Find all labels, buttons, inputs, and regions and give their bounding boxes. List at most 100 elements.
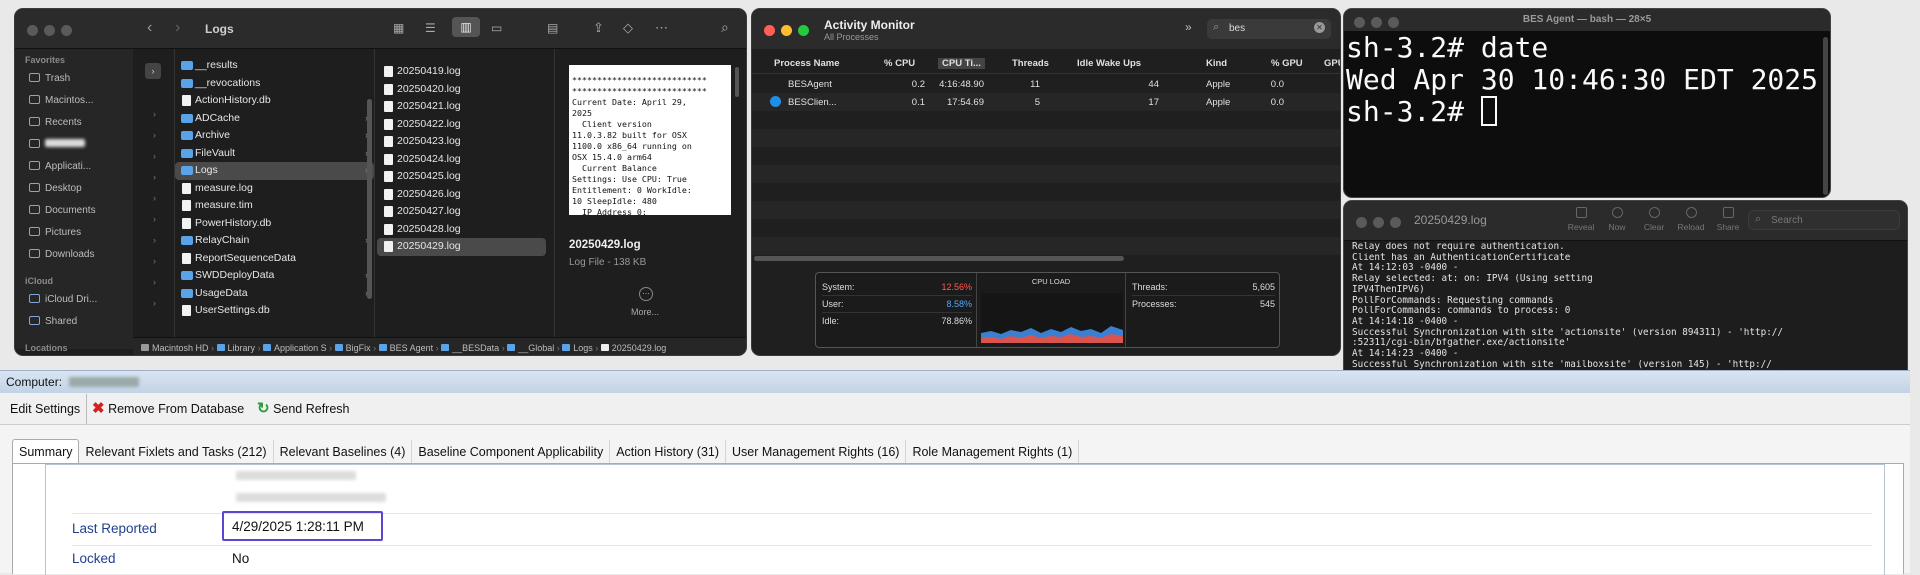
tab-relevant-baselines[interactable]: Relevant Baselines (4) — [274, 440, 413, 464]
column-threads[interactable]: Threads — [1012, 58, 1049, 69]
path-segment[interactable]: Logs — [573, 343, 593, 353]
chevron-right-icon[interactable]: › — [145, 63, 161, 79]
window-controls[interactable] — [27, 23, 78, 41]
more-button[interactable]: More... — [631, 307, 659, 317]
path-segment[interactable]: Macintosh HD — [152, 343, 209, 353]
process-row[interactable]: BESAgent 0.2 4:16:48.90 11 44 Apple 0.0 — [752, 75, 1340, 93]
search-icon[interactable]: ⌕ — [721, 19, 729, 36]
tab-summary[interactable]: Summary — [12, 439, 80, 464]
folder-item[interactable]: __results — [175, 57, 374, 75]
reload-button[interactable]: Reload — [1671, 207, 1711, 232]
path-segment[interactable]: BigFix — [346, 343, 371, 353]
edit-settings-button[interactable]: Edit Settings — [10, 393, 80, 425]
column-view-icon[interactable]: ▥ — [452, 17, 480, 37]
icon-view-icon[interactable]: ▦ — [393, 21, 404, 35]
folder-item[interactable]: Logs› — [175, 162, 374, 180]
minimize-button[interactable] — [781, 25, 792, 36]
group-icon[interactable]: ▤ — [547, 21, 558, 35]
minimize-button[interactable] — [1373, 217, 1384, 228]
list-view-icon[interactable]: ☰ — [425, 21, 436, 35]
minimize-button[interactable] — [1371, 17, 1382, 28]
sidebar-item-desktop[interactable]: Desktop — [15, 178, 133, 200]
toolbar-overflow-icon[interactable]: » — [1185, 20, 1192, 34]
terminal-prompt[interactable]: sh-3.2# — [1344, 95, 1830, 128]
folder-item[interactable]: UsageData› — [175, 285, 374, 303]
log-file-item[interactable]: 20250428.log — [377, 221, 554, 239]
path-segment[interactable]: Application S — [274, 343, 327, 353]
more-actions-icon[interactable]: ⋯ — [655, 20, 668, 36]
zoom-button[interactable] — [1390, 217, 1401, 228]
parent-column[interactable]: › › › › › › › › › › › — [133, 49, 175, 337]
log-file-item[interactable]: 20250424.log — [377, 151, 554, 169]
zoom-button[interactable] — [61, 25, 72, 36]
sidebar-item-documents[interactable]: Documents — [15, 200, 133, 222]
column-kind[interactable]: Kind — [1206, 58, 1227, 69]
close-button[interactable] — [1356, 217, 1367, 228]
window-controls[interactable] — [764, 23, 815, 41]
log-file-item[interactable]: 20250427.log — [377, 203, 554, 221]
horizontal-scrollbar[interactable] — [754, 256, 1124, 261]
folder-item[interactable]: SWDDeployData› — [175, 267, 374, 285]
share-icon[interactable]: ⇪ — [593, 20, 604, 36]
file-item[interactable]: measure.tim — [175, 197, 374, 215]
log-files-column[interactable]: 20250419.log 20250420.log 20250421.log 2025… — [377, 49, 555, 337]
zoom-button[interactable] — [1388, 17, 1399, 28]
gallery-view-icon[interactable]: ▭ — [491, 21, 502, 35]
view-subtitle[interactable]: All Processes — [824, 32, 879, 42]
log-file-item[interactable]: 20250420.log — [377, 81, 554, 99]
search-field[interactable]: ⌕ bes ✕ — [1207, 19, 1331, 39]
column-cpu[interactable]: % CPU — [884, 58, 915, 69]
back-icon[interactable]: ‹ — [147, 19, 152, 37]
sidebar-item-downloads[interactable]: Downloads — [15, 244, 133, 266]
log-file-item[interactable]: 20250429.log — [377, 238, 546, 256]
folder-column[interactable]: __results __revocations ActionHistory.db AD… — [175, 49, 375, 337]
tab-baseline-component-applicability[interactable]: Baseline Component Applicability — [412, 440, 611, 464]
preview-scrollbar[interactable] — [735, 67, 739, 97]
column-cpu-time[interactable]: CPU Ti... — [938, 58, 985, 69]
sidebar-item-home[interactable] — [15, 134, 133, 156]
log-file-item[interactable]: 20250426.log — [377, 186, 554, 204]
folder-item[interactable]: Archive› — [175, 127, 374, 145]
log-file-item[interactable]: 20250419.log — [377, 63, 554, 81]
column-process-name[interactable]: Process Name — [774, 58, 839, 69]
process-row[interactable]: BESClien... 0.1 17:54.69 5 17 Apple 0.0 — [752, 93, 1340, 111]
file-item[interactable]: measure.log — [175, 180, 374, 198]
terminal-scrollbar[interactable] — [1823, 37, 1828, 195]
column-scrollbar[interactable] — [367, 99, 372, 299]
minimize-button[interactable] — [44, 25, 55, 36]
path-segment[interactable]: Library — [228, 343, 256, 353]
close-button[interactable] — [27, 25, 38, 36]
sidebar-item-trash[interactable]: Trash — [15, 68, 133, 90]
sidebar-item-recents[interactable]: Recents — [15, 112, 133, 134]
log-file-item[interactable]: 20250421.log — [377, 98, 554, 116]
tab-relevant-fixlets-and-tasks[interactable]: Relevant Fixlets and Tasks (212) — [79, 440, 274, 464]
file-item[interactable]: PowerHistory.db — [175, 215, 374, 233]
reveal-button[interactable]: Reveal — [1561, 207, 1601, 232]
path-segment[interactable]: 20250429.log — [612, 343, 667, 353]
now-button[interactable]: Now — [1597, 207, 1637, 232]
folder-item[interactable]: FileVault› — [175, 145, 374, 163]
send-refresh-button[interactable]: ↻ Send Refresh — [257, 393, 350, 425]
clear-button[interactable]: Clear — [1634, 207, 1674, 232]
tag-icon[interactable]: ◇ — [623, 20, 633, 36]
file-item[interactable]: ActionHistory.db — [175, 92, 374, 110]
sidebar-item-icloud-drive[interactable]: iCloud Dri... — [15, 289, 133, 311]
sidebar-item-macintosh[interactable]: Macintos... — [15, 90, 133, 112]
zoom-button[interactable] — [798, 25, 809, 36]
column-gpu-time[interactable]: GPU — [1324, 58, 1340, 69]
close-button[interactable] — [1354, 17, 1365, 28]
close-button[interactable] — [764, 25, 775, 36]
clear-search-icon[interactable]: ✕ — [1314, 22, 1325, 33]
tab-user-management-rights[interactable]: User Management Rights (16) — [726, 440, 907, 464]
folder-item[interactable]: RelayChain› — [175, 232, 374, 250]
tab-action-history[interactable]: Action History (31) — [610, 440, 727, 464]
search-input[interactable]: bes — [1229, 23, 1245, 34]
log-file-item[interactable]: 20250425.log — [377, 168, 554, 186]
more-icon[interactable]: ⋯ — [639, 287, 653, 301]
column-idle-wake-ups[interactable]: Idle Wake Ups — [1077, 58, 1141, 69]
sidebar-item-shared[interactable]: Shared — [15, 311, 133, 333]
window-controls[interactable] — [1356, 215, 1407, 233]
search-placeholder[interactable]: Search — [1771, 215, 1803, 226]
sidebar-item-applications[interactable]: Applicati... — [15, 156, 133, 178]
log-search-field[interactable]: ⌕ Search — [1748, 210, 1900, 230]
